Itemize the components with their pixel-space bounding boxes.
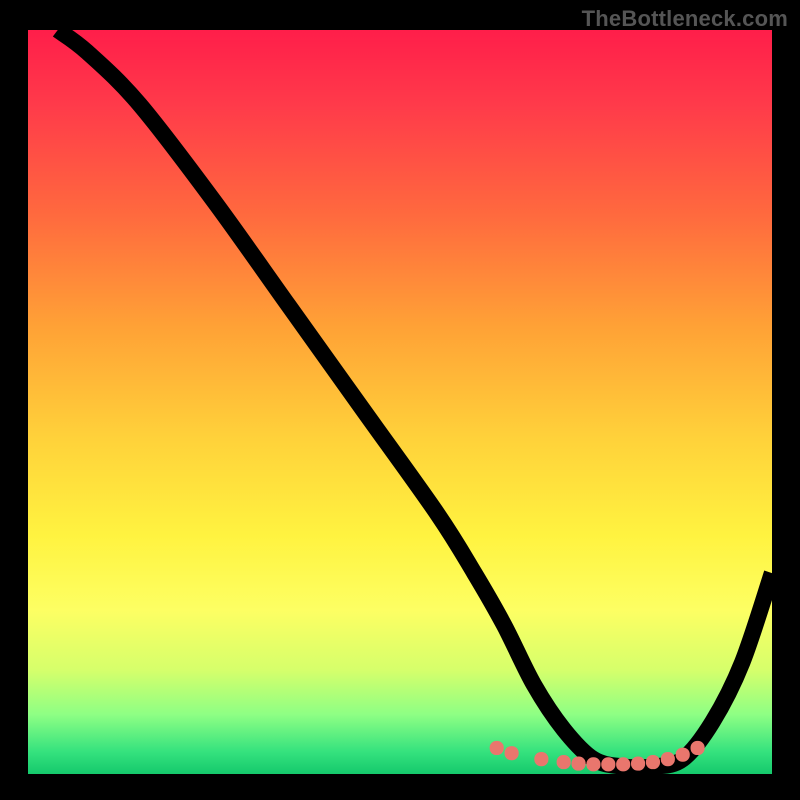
highlight-dot — [490, 741, 504, 755]
highlight-dot — [631, 757, 645, 771]
highlight-dot — [505, 746, 519, 760]
highlight-dot — [616, 757, 630, 771]
plot-area — [28, 30, 772, 774]
bottleneck-curve — [58, 30, 772, 767]
highlight-dot — [534, 752, 548, 766]
highlight-dot — [557, 755, 571, 769]
curve-svg — [28, 30, 772, 774]
highlight-dot — [646, 755, 660, 769]
highlight-dot — [571, 757, 585, 771]
attribution-text: TheBottleneck.com — [582, 6, 788, 32]
highlight-dot — [586, 757, 600, 771]
highlight-dot — [676, 748, 690, 762]
highlight-dot — [601, 757, 615, 771]
highlight-dot — [691, 741, 705, 755]
highlight-dot — [661, 752, 675, 766]
chart-frame: TheBottleneck.com — [0, 0, 800, 800]
